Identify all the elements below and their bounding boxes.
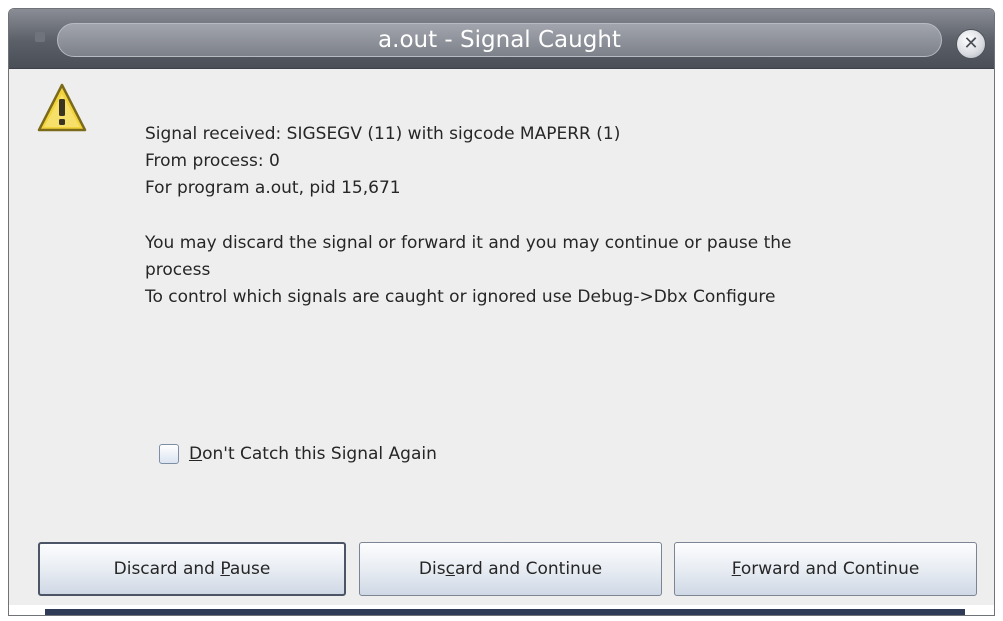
message-line: From process: 0 <box>145 151 280 171</box>
title-pill: a.out - Signal Caught <box>57 23 942 57</box>
dont-catch-label[interactable]: Don't Catch this Signal Again <box>189 444 437 464</box>
background-window-edge <box>45 609 965 615</box>
message-line: For program a.out, pid 15,671 <box>145 178 401 198</box>
forward-and-continue-button[interactable]: Forward and Continue <box>674 542 977 596</box>
close-icon[interactable]: ✕ <box>956 29 986 59</box>
message-line: You may discard the signal or forward it… <box>145 233 792 253</box>
signal-message: Signal received: SIGSEGV (11) with sigco… <box>145 121 965 311</box>
warning-icon <box>37 83 87 132</box>
message-line: process <box>145 260 211 280</box>
signal-caught-dialog: a.out - Signal Caught ✕ Signal received:… <box>8 8 995 616</box>
dont-catch-checkbox-row[interactable]: Don't Catch this Signal Again <box>159 441 437 467</box>
title-bar[interactable]: a.out - Signal Caught ✕ <box>9 9 994 69</box>
message-line: Signal received: SIGSEGV (11) with sigco… <box>145 124 621 144</box>
dont-catch-checkbox[interactable] <box>159 444 179 464</box>
window-menu-icon[interactable] <box>35 32 45 42</box>
discard-and-continue-button[interactable]: Discard and Continue <box>359 542 662 596</box>
discard-and-pause-button[interactable]: Discard and Pause <box>38 542 346 596</box>
window-title: a.out - Signal Caught <box>378 27 621 53</box>
message-line: To control which signals are caught or i… <box>145 287 776 307</box>
bottom-edge <box>9 605 994 615</box>
